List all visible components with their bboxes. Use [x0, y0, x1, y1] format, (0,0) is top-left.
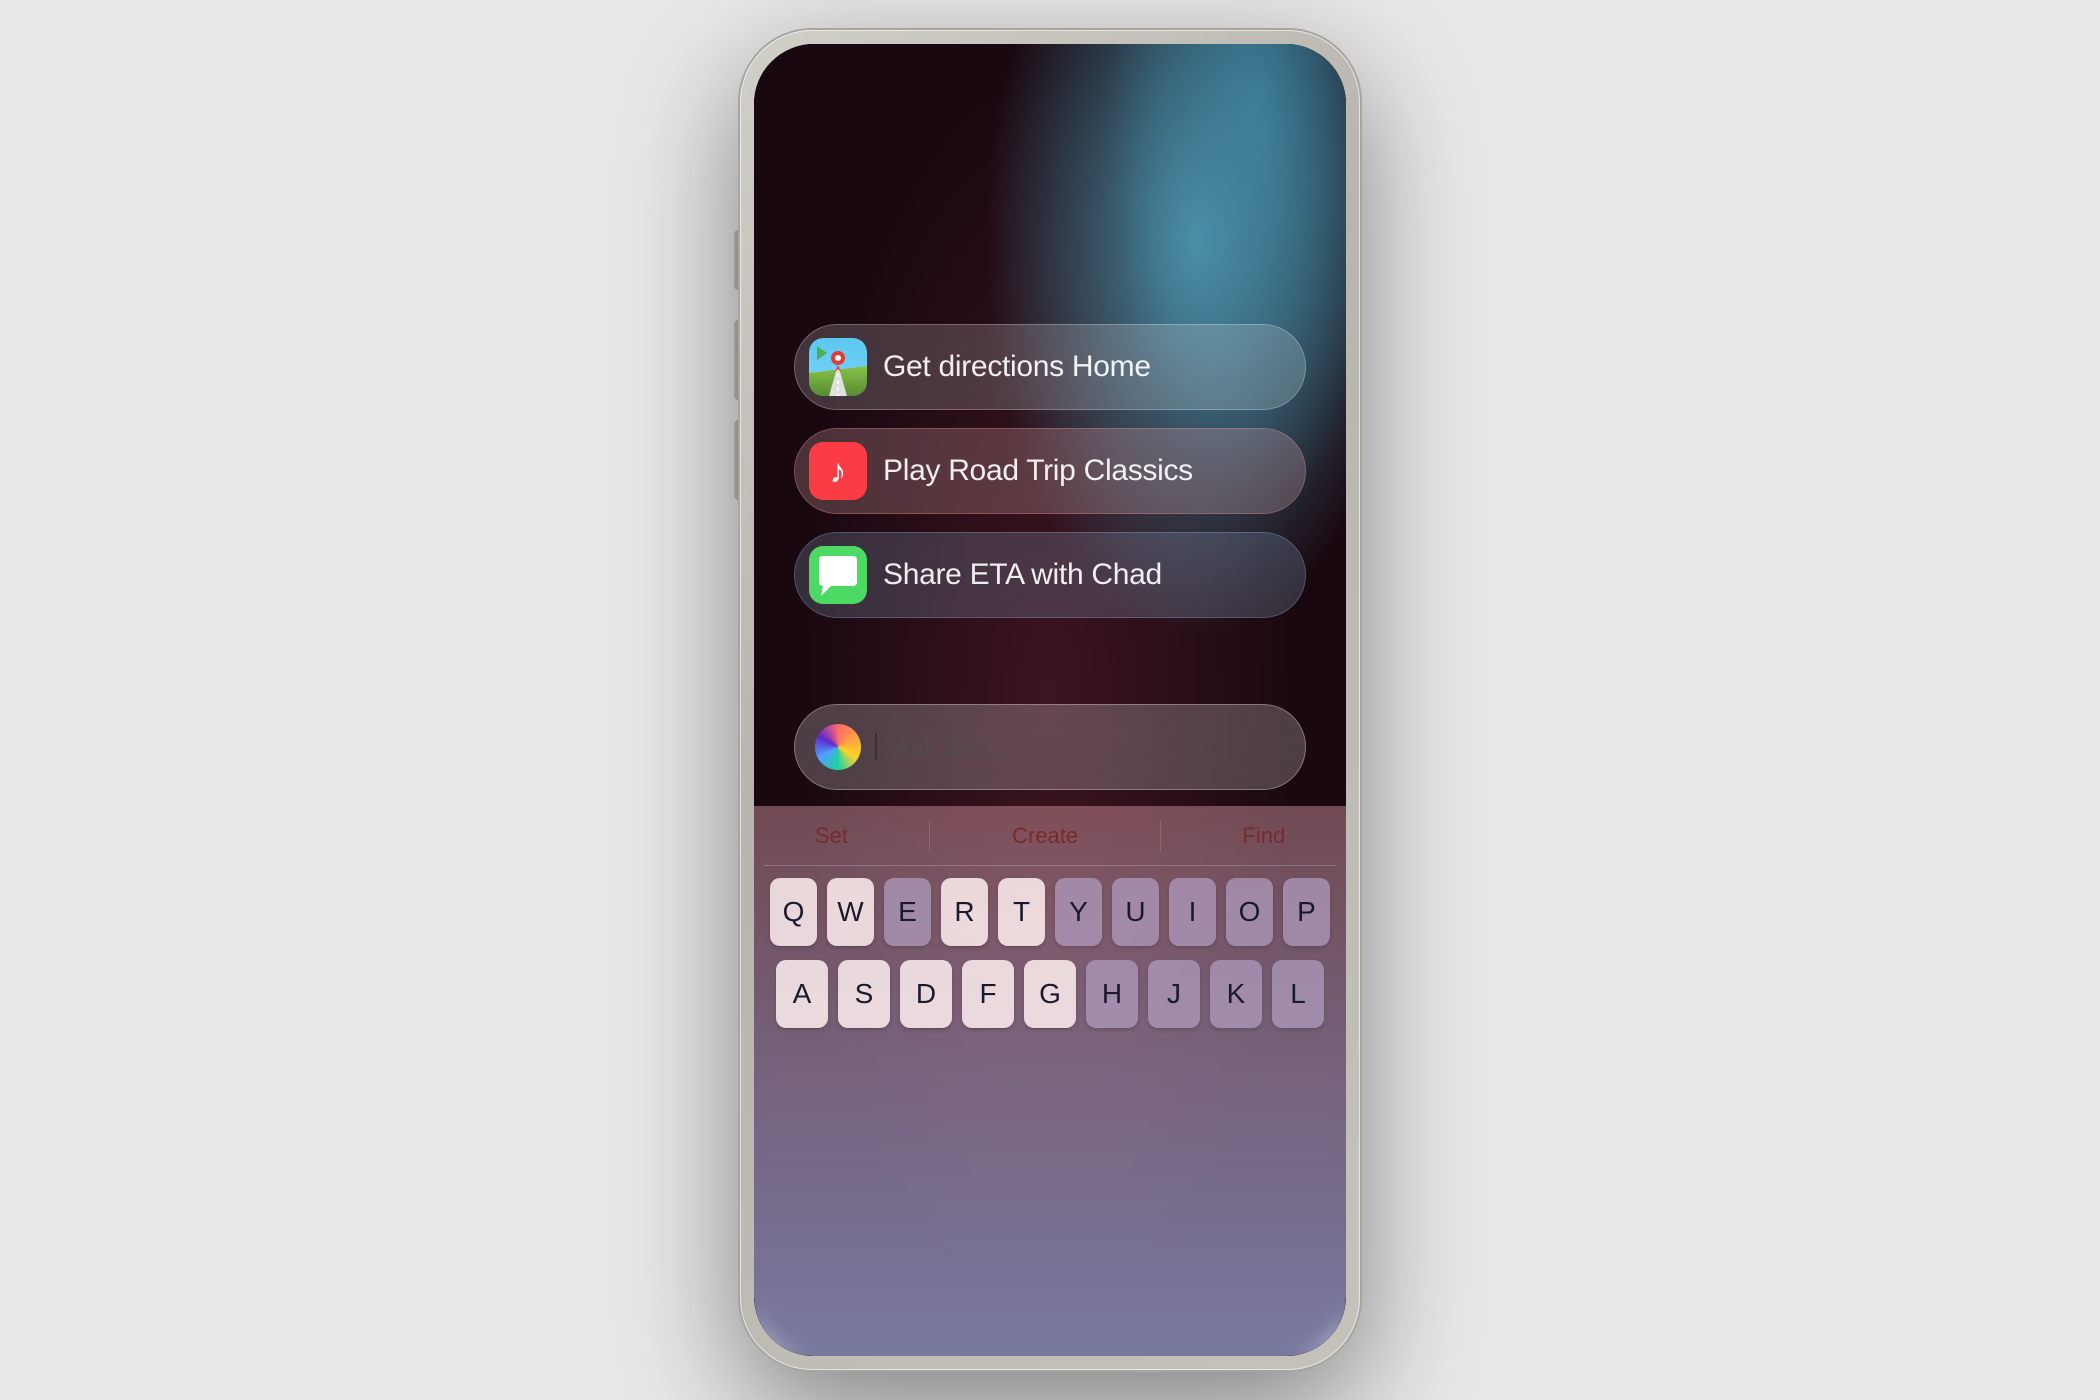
key-R[interactable]: R [941, 878, 988, 946]
siri-bar[interactable]: Ask Siri... [794, 704, 1306, 790]
siri-placeholder: Ask Siri... [893, 732, 1003, 763]
key-H[interactable]: H [1086, 960, 1138, 1028]
key-I[interactable]: I [1169, 878, 1216, 946]
key-D[interactable]: D [900, 960, 952, 1028]
siri-cursor [875, 733, 877, 761]
siri-icon [815, 724, 861, 770]
key-Q[interactable]: Q [770, 878, 817, 946]
key-W[interactable]: W [827, 878, 874, 946]
key-F[interactable]: F [962, 960, 1014, 1028]
shortcut-divider-2 [1160, 821, 1161, 851]
key-K[interactable]: K [1210, 960, 1262, 1028]
key-T[interactable]: T [998, 878, 1045, 946]
keyboard-area: Set Create Find Q W E R [754, 806, 1346, 1356]
shortcut-divider-1 [929, 821, 930, 851]
messages-app-icon [809, 546, 867, 604]
keyboard-rows: Q W E R T Y U I O P [764, 866, 1336, 1028]
music-label: Play Road Trip Classics [883, 454, 1193, 488]
suggestions-area: Get directions Home ♪ Play Road Trip Cla… [754, 324, 1346, 618]
suggestion-messages[interactable]: Share ETA with Chad [794, 532, 1306, 618]
keyboard-shortcuts-row: Set Create Find [764, 806, 1336, 866]
key-J[interactable]: J [1148, 960, 1200, 1028]
shortcut-create[interactable]: Create [992, 815, 1098, 857]
shortcut-set[interactable]: Set [795, 815, 868, 857]
key-S[interactable]: S [838, 960, 890, 1028]
key-A[interactable]: A [776, 960, 828, 1028]
key-row-1: Q W E R T Y U I O P [770, 878, 1330, 946]
key-P[interactable]: P [1283, 878, 1330, 946]
key-E[interactable]: E [884, 878, 931, 946]
phone-device: Get directions Home ♪ Play Road Trip Cla… [740, 30, 1360, 1370]
suggestion-music[interactable]: ♪ Play Road Trip Classics [794, 428, 1306, 514]
music-app-icon: ♪ [809, 442, 867, 500]
phone-screen: Get directions Home ♪ Play Road Trip Cla… [754, 44, 1346, 1356]
messages-label: Share ETA with Chad [883, 558, 1162, 592]
key-U[interactable]: U [1112, 878, 1159, 946]
shortcut-find[interactable]: Find [1222, 815, 1305, 857]
key-O[interactable]: O [1226, 878, 1273, 946]
power-button[interactable] [1360, 290, 1366, 390]
key-row-2: A S D F G H J K L [770, 960, 1330, 1028]
svg-text:♪: ♪ [830, 452, 847, 490]
suggestion-directions[interactable]: Get directions Home [794, 324, 1306, 410]
key-G[interactable]: G [1024, 960, 1076, 1028]
screen-content: Get directions Home ♪ Play Road Trip Cla… [754, 44, 1346, 1356]
maps-app-icon [809, 338, 867, 396]
key-L[interactable]: L [1272, 960, 1324, 1028]
directions-label: Get directions Home [883, 350, 1151, 384]
key-Y[interactable]: Y [1055, 878, 1102, 946]
phone-frame: Get directions Home ♪ Play Road Trip Cla… [740, 30, 1360, 1370]
